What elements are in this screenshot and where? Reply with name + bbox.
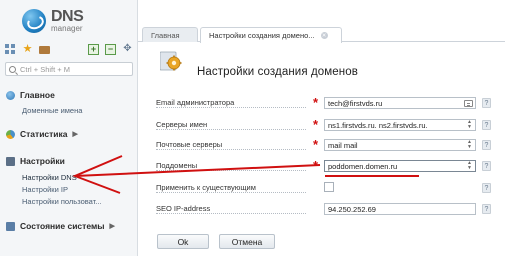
apply-existing-label: Применить к существующим — [156, 183, 256, 192]
search-icon — [9, 65, 16, 73]
ok-button[interactable]: Ok — [157, 234, 209, 249]
nameservers-value: ns1.firstvds.ru. ns2.firstvds.ru. — [328, 121, 428, 130]
subdomains-label: Поддомены — [156, 161, 198, 170]
annotation-underline — [325, 175, 419, 177]
expand-all-icon[interactable]: + — [88, 43, 99, 55]
nav-section-system[interactable]: Состояние системы ▶ — [6, 221, 115, 231]
help-icon[interactable]: ? — [482, 183, 491, 193]
collapse-all-icon[interactable]: − — [105, 43, 116, 55]
nameservers-field[interactable]: ns1.firstvds.ru. ns2.firstvds.ru. ▲ ▼ — [324, 119, 476, 131]
label-leader — [156, 170, 306, 171]
seo-ip-field[interactable]: 94.250.252.69 — [324, 203, 476, 215]
apply-existing-checkbox[interactable] — [324, 182, 334, 192]
gear-icon — [160, 51, 182, 71]
home-icon — [6, 90, 15, 100]
logo-subtitle: manager — [51, 24, 83, 33]
label-leader — [156, 213, 306, 214]
form-row-mailservers: Почтовые серверы * mail mail ▲ ▼ ? — [156, 137, 501, 153]
tab-domain-settings-label: Настройки создания домено... — [209, 31, 315, 40]
help-icon[interactable]: ? — [482, 120, 491, 130]
mailservers-value: mail mail — [328, 141, 358, 150]
email-value: tech@firstvds.ru — [328, 99, 383, 108]
search-input[interactable]: Ctrl + Shift + M — [5, 62, 133, 76]
search-placeholder: Ctrl + Shift + M — [20, 64, 71, 74]
form-row-apply-existing: Применить к существующим ? — [156, 182, 501, 196]
nav-item-user-settings[interactable]: Настройки пользоват... — [22, 197, 102, 206]
system-status-icon — [6, 221, 15, 231]
settings-icon — [6, 156, 15, 166]
nav-section-main-label: Главное — [20, 90, 55, 100]
form-row-subdomains: Поддомены * poddomen.domen.ru ▲ ▼ ? — [156, 158, 501, 174]
resize-arrows-icon[interactable]: ▲ ▼ — [467, 140, 472, 149]
required-marker: * — [313, 95, 319, 110]
subdomains-field[interactable]: poddomen.domen.ru ▲ ▼ — [324, 160, 476, 172]
nav-section-settings-label: Настройки — [20, 156, 65, 166]
globe-logo-icon — [22, 9, 46, 33]
nav-item-ip-settings[interactable]: Настройки IP — [22, 185, 68, 194]
label-leader — [156, 107, 306, 108]
help-icon[interactable]: ? — [482, 204, 491, 214]
email-field[interactable]: tech@firstvds.ru — [324, 97, 476, 109]
chevron-right-icon: ▶ — [109, 223, 115, 230]
resize-arrows-icon[interactable]: ▲ ▼ — [467, 161, 472, 170]
nav-item-domain-names[interactable]: Доменные имена — [22, 106, 82, 115]
help-icon[interactable]: ? — [482, 98, 491, 108]
cancel-button[interactable]: Отмена — [219, 234, 275, 249]
seo-ip-value: 94.250.252.69 — [328, 205, 376, 214]
form-row-nameservers: Серверы имен * ns1.firstvds.ru. ns2.firs… — [156, 117, 501, 133]
tab-home-label: Главная — [151, 30, 180, 40]
app-logo[interactable]: DNS manager — [22, 4, 84, 38]
form-row-email: Email администратора * tech@firstvds.ru … — [156, 95, 501, 111]
tab-home[interactable]: Главная — [142, 27, 198, 42]
help-icon[interactable]: ? — [482, 140, 491, 150]
help-icon[interactable]: ? — [482, 161, 491, 171]
briefcase-icon[interactable] — [39, 46, 50, 54]
required-marker: * — [313, 137, 319, 152]
seo-ip-label: SEO IP-address — [156, 204, 211, 213]
nav-item-dns-settings[interactable]: Настройки DNS — [22, 173, 77, 182]
nameservers-label: Серверы имен — [156, 120, 208, 129]
logo-title: DNS — [51, 8, 84, 25]
sidebar-toolbar: ★ + − ✥ — [5, 42, 133, 56]
label-leader — [156, 149, 306, 150]
nav-section-settings[interactable]: Настройки — [6, 156, 65, 166]
form-row-seo-ip: SEO IP-address 94.250.252.69 ? — [156, 203, 501, 217]
nav-section-stats[interactable]: Статистика ▶ — [6, 129, 78, 139]
label-leader — [156, 129, 306, 130]
email-label: Email администратора — [156, 98, 235, 107]
nav-section-system-label: Состояние системы — [20, 221, 105, 231]
close-icon[interactable]: ✕ — [320, 32, 328, 39]
sidebar: DNS manager ★ + − ✥ Ctrl + Shift + M Гла… — [0, 0, 138, 256]
required-marker: * — [313, 117, 319, 132]
star-icon[interactable]: ★ — [22, 43, 33, 55]
tab-domain-settings[interactable]: Настройки создания домено... ✕ — [200, 27, 342, 43]
contact-card-icon[interactable] — [464, 99, 473, 107]
mailservers-field[interactable]: mail mail ▲ ▼ — [324, 139, 476, 151]
label-leader — [156, 192, 306, 193]
mailservers-label: Почтовые серверы — [156, 140, 223, 149]
nav-section-main[interactable]: Главное — [6, 90, 55, 100]
pin-icon[interactable]: ✥ — [122, 44, 133, 55]
grid-icon[interactable] — [5, 43, 16, 55]
required-marker: * — [313, 158, 319, 173]
tab-bar: Главная Настройки создания домено... ✕ — [138, 24, 505, 43]
resize-arrows-icon[interactable]: ▲ ▼ — [467, 120, 472, 129]
statistics-icon — [6, 129, 15, 139]
chevron-right-icon: ▶ — [72, 131, 78, 138]
page-title: Настройки создания доменов — [197, 66, 358, 78]
subdomains-value: poddomen.domen.ru — [328, 162, 398, 171]
nav-section-stats-label: Статистика — [20, 129, 68, 139]
